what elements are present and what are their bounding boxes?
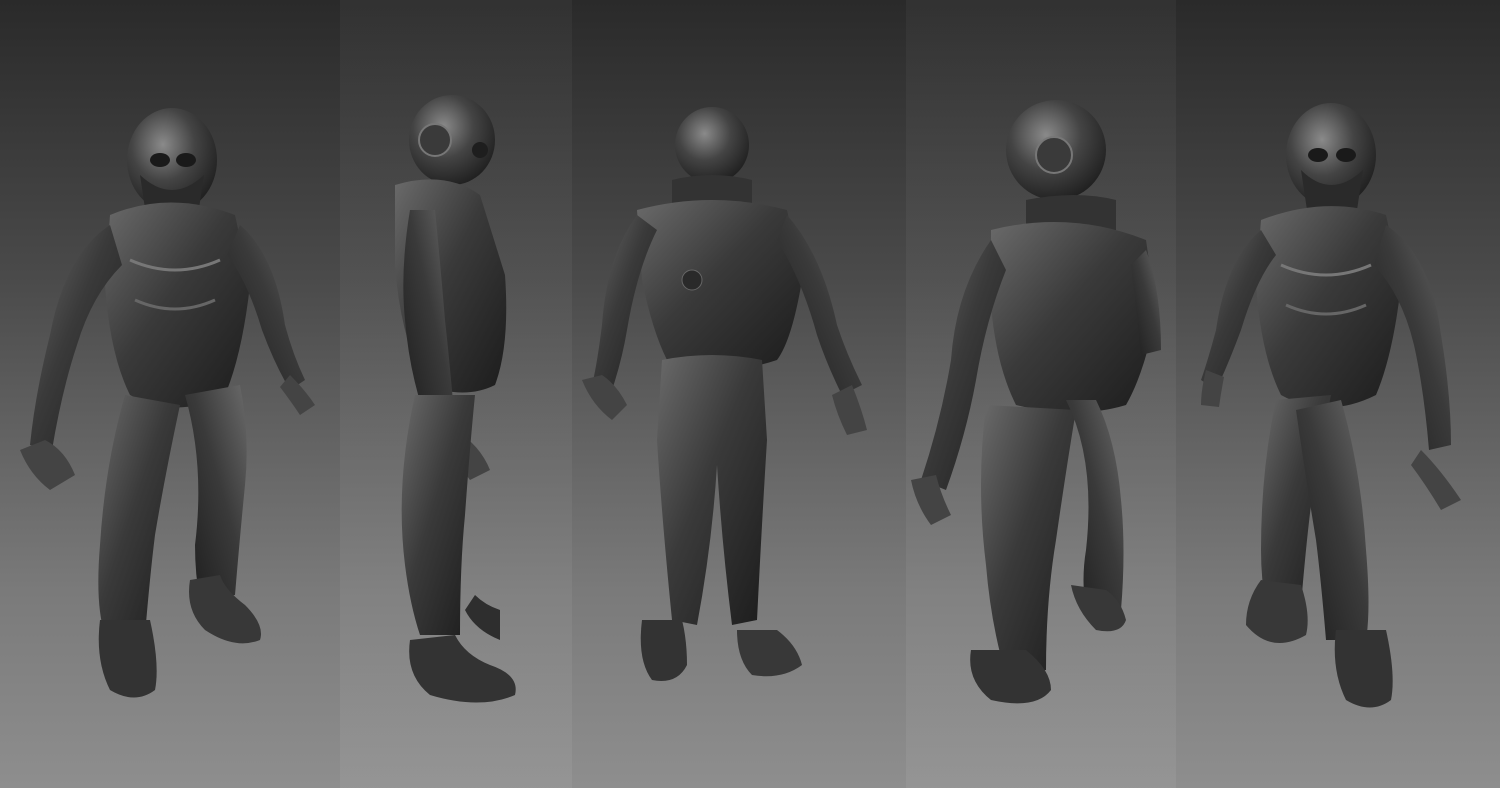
view-side: [340, 0, 572, 788]
armored-figure-rear: [911, 100, 1161, 704]
view-back: [572, 0, 906, 788]
armored-figure-front-mirrored: [1201, 103, 1461, 708]
turntable-canvas: [0, 0, 1500, 788]
armored-figure-front: [20, 108, 315, 698]
armored-figure-back: [582, 107, 867, 681]
view-front-three-quarter: [0, 0, 340, 788]
view-front-three-quarter-mirrored: [1176, 0, 1500, 788]
view-rear-three-quarter: [906, 0, 1176, 788]
armored-figure-side: [395, 95, 516, 703]
